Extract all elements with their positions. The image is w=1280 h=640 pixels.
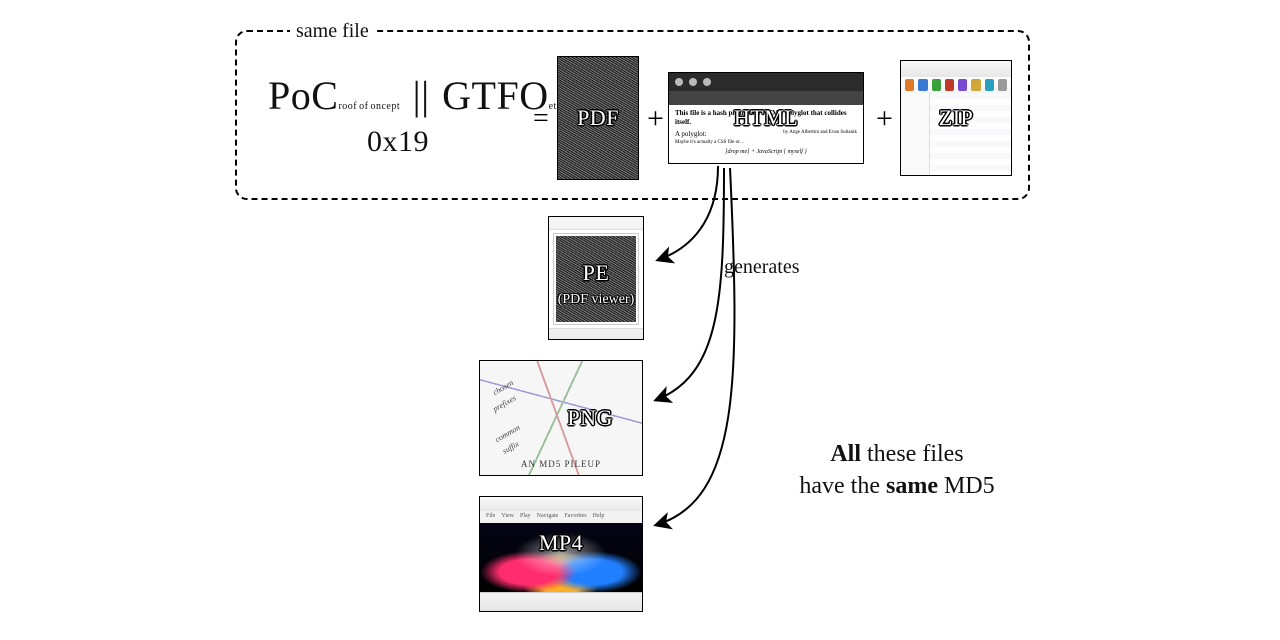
- plus-2: +: [876, 104, 893, 134]
- caption-line1: All these files: [762, 438, 1032, 470]
- generates-label: generates: [724, 256, 800, 279]
- html-byline: by Ange Albertini and Evan Sultanik: [783, 130, 857, 139]
- thumb-pdf-bg: [558, 57, 638, 179]
- explorer-body: [901, 93, 1011, 175]
- arrow-html-to-png: [656, 168, 724, 400]
- explorer-tree: [901, 93, 930, 175]
- title-sub-roof: roof: [338, 101, 357, 112]
- title-issue: 0x19: [268, 125, 528, 159]
- caption: All these files have the same MD5: [762, 438, 1032, 503]
- png-lines: [480, 361, 642, 475]
- pe-content: [553, 233, 639, 325]
- title-sub-of: of: [359, 101, 368, 112]
- caption-l2-strong: same: [886, 473, 938, 499]
- thumb-pdf: PDF: [557, 56, 639, 180]
- explorer-titlebar: [901, 61, 1011, 78]
- caption-l2-pre: have the: [799, 473, 886, 499]
- thumb-pe-sublabel: (PDF viewer): [558, 292, 635, 308]
- title-sub-et: et: [549, 101, 557, 112]
- png-footer: AN MD5 PILEUP: [521, 459, 601, 469]
- browser-page-text: This file is a hash pileup and HTML poly…: [675, 109, 857, 156]
- caption-l1-post: these files: [861, 441, 964, 467]
- title-sep: ||: [411, 73, 432, 118]
- html-polyglot: A polyglot:: [675, 130, 707, 139]
- browser-chrome-top: [669, 73, 863, 91]
- thumb-mp4: File View Play Navigate Favorites Help M…: [479, 496, 643, 612]
- pe-content-bg: [556, 236, 636, 322]
- thumb-html: This file is a hash pileup and HTML poly…: [668, 72, 864, 164]
- pe-statusbar: [549, 328, 643, 339]
- caption-l2-post: MD5: [938, 473, 995, 499]
- html-jsline: [drop me] + JavaScript { myself }: [675, 148, 857, 156]
- diagram-title: PoCroofofoncept || GTFOetheuckut 0x19: [268, 72, 528, 159]
- caption-line2: have the same MD5: [762, 470, 1032, 502]
- plus-1: +: [647, 104, 664, 134]
- thumb-png: chosen prefixes common suffix AN MD5 PIL…: [479, 360, 643, 476]
- equals-sign: =: [533, 105, 549, 133]
- same-file-legend: same file: [290, 20, 375, 43]
- thumb-zip: ZIP: [900, 60, 1012, 176]
- caption-l1-strong: All: [830, 441, 861, 467]
- title-token-poc: PoC: [268, 73, 338, 118]
- explorer-list: [930, 93, 1011, 175]
- html-headline: This file is a hash pileup and HTML poly…: [675, 109, 857, 128]
- thumb-pe: PE (PDF viewer): [548, 216, 644, 340]
- player-titlebar: [480, 497, 642, 512]
- arrow-html-to-mp4: [656, 168, 734, 525]
- player-controls: [480, 592, 642, 611]
- browser-url-bar: [669, 91, 863, 105]
- title-sub-oncept: oncept: [370, 101, 400, 112]
- html-line3a: Maybe it's actually a CSS file or…: [675, 140, 857, 147]
- pe-menubar: [549, 217, 643, 230]
- player-body: [480, 523, 642, 593]
- same-file-legend-text: same file: [296, 20, 369, 42]
